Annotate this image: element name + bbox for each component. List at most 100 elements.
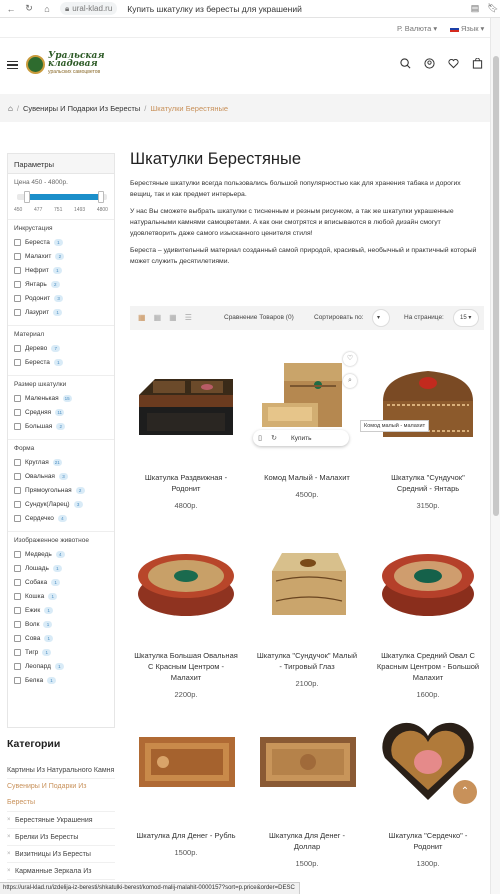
product-name[interactable]: Шкатулка "Сундучок" Малый - Тигровый Гла… — [251, 650, 363, 672]
home-breadcrumb-icon[interactable]: ⌂ — [8, 104, 13, 113]
product-card[interactable]: Шкатулка Большая Овальная С Красным Цент… — [130, 524, 242, 699]
filter-option[interactable]: Овальная 3 — [14, 469, 108, 483]
filter-option[interactable]: Береста 1 — [14, 235, 108, 249]
price-slider-min-handle[interactable] — [24, 191, 30, 203]
back-icon[interactable]: ← — [4, 4, 18, 14]
currency-selector[interactable]: Р. Валюта ▾ — [397, 24, 437, 33]
quickview-search-icon[interactable]: ⌕ — [343, 374, 357, 388]
filter-checkbox[interactable] — [14, 358, 21, 366]
filter-option[interactable]: Сова 1 — [14, 631, 108, 645]
grid-3-view-icon[interactable]: ▦ — [154, 314, 162, 322]
filter-option[interactable]: Тигр 1 — [14, 645, 108, 659]
filter-option[interactable]: Ежик 1 — [14, 603, 108, 617]
compare-icon[interactable]: ↻ — [267, 434, 281, 442]
filter-checkbox[interactable] — [14, 408, 21, 416]
scrollbar-thumb[interactable] — [493, 56, 499, 516]
product-name[interactable]: Шкатулка "Сундучок" Средний - Янтарь — [372, 472, 484, 494]
filter-checkbox[interactable] — [14, 550, 21, 558]
filter-checkbox[interactable] — [14, 486, 21, 494]
filter-checkbox[interactable] — [14, 280, 21, 288]
filter-checkbox[interactable] — [14, 422, 21, 430]
product-image[interactable] — [130, 704, 242, 821]
filter-option[interactable]: Собака 1 — [14, 575, 108, 589]
grid-4-view-icon[interactable]: ▦ — [169, 314, 177, 322]
filter-checkbox[interactable] — [14, 394, 21, 402]
product-card[interactable]: ♡ ⌕ ▯ ↻ Купить Комод Малый - Малахит 4500р. — [251, 346, 363, 499]
category-link[interactable]: Брелки Из Бересты — [7, 829, 115, 846]
scroll-to-top-button[interactable]: ⌃ — [453, 780, 477, 804]
product-name[interactable]: Комод Малый - Малахит — [251, 472, 363, 483]
filter-checkbox[interactable] — [14, 620, 21, 628]
filter-option[interactable]: Средняя 11 — [14, 405, 108, 419]
product-name[interactable]: Шкатулка Для Денег - Рубль — [130, 830, 242, 841]
filter-checkbox[interactable] — [14, 500, 21, 508]
site-logo[interactable]: Уральская кладовая уральских самоцветов — [26, 52, 105, 76]
cart-icon[interactable] — [471, 57, 483, 69]
filter-checkbox[interactable] — [14, 252, 21, 260]
product-card[interactable]: Шкатулка Для Денег - Рубль 1500р. — [130, 704, 242, 857]
product-name[interactable]: Шкатулка Большая Овальная С Красным Цент… — [130, 650, 242, 683]
filter-option[interactable]: Малахит 2 — [14, 249, 108, 263]
product-card[interactable]: Шкатулка "Сундучок" Малый - Тигровый Гла… — [251, 524, 363, 688]
filter-option[interactable]: Янтарь 2 — [14, 277, 108, 291]
category-link[interactable]: Сувениры И Подарки Из Бересты — [7, 779, 115, 812]
filter-checkbox[interactable] — [14, 606, 21, 614]
filter-option[interactable]: Нефрит 1 — [14, 263, 108, 277]
filter-option[interactable]: Сердечко 4 — [14, 511, 108, 525]
home-icon[interactable]: ⌂ — [40, 4, 54, 14]
filter-checkbox[interactable] — [14, 472, 21, 480]
filter-option[interactable]: Прямоугольная 2 — [14, 483, 108, 497]
bookmark-icon[interactable]: 🔖︎ — [486, 3, 500, 14]
product-name[interactable]: Шкатулка Раздвижная - Родонит — [130, 472, 242, 494]
grid-view-icon[interactable]: ▦ — [138, 314, 146, 322]
product-image[interactable] — [372, 524, 484, 641]
vertical-scrollbar[interactable] — [490, 18, 500, 894]
breadcrumb-current[interactable]: Шкатулки Берестяные — [150, 104, 228, 113]
bookmark-icon[interactable]: ▯ — [253, 434, 267, 442]
filter-checkbox[interactable] — [14, 458, 21, 466]
category-link[interactable]: Картины Из Натурального Камня — [7, 762, 115, 779]
product-image[interactable] — [251, 704, 363, 821]
search-icon[interactable] — [399, 57, 411, 69]
filter-option[interactable]: Маленькая 15 — [14, 391, 108, 405]
compare-link[interactable]: Сравнение Товаров (0) — [224, 314, 294, 321]
filter-option[interactable]: Лазурит 1 — [14, 305, 108, 319]
product-card[interactable]: Шкатулка Раздвижная - Родонит 4800р. — [130, 346, 242, 510]
filter-option[interactable]: Медведь 4 — [14, 547, 108, 561]
filter-option[interactable]: Береста 1 — [14, 355, 108, 369]
filter-option[interactable]: Белка 1 — [14, 673, 108, 687]
product-image[interactable] — [251, 524, 363, 641]
category-link[interactable]: Карманные Зеркала Из — [7, 863, 115, 880]
product-card[interactable]: Комод малый - малахит Шкатулка "Сундучок"… — [360, 346, 484, 510]
account-icon[interactable] — [423, 57, 435, 69]
filter-checkbox[interactable] — [14, 564, 21, 572]
product-name[interactable]: Шкатулка Для Денег - Доллар — [251, 830, 363, 852]
reload-icon[interactable]: ↻ — [22, 3, 36, 14]
filter-option[interactable]: Родонит 3 — [14, 291, 108, 305]
language-selector[interactable]: Язык ▾ — [450, 24, 484, 33]
filter-checkbox[interactable] — [14, 294, 21, 302]
filter-option[interactable]: Лошадь 1 — [14, 561, 108, 575]
filter-checkbox[interactable] — [14, 238, 21, 246]
filter-option[interactable]: Большая 2 — [14, 419, 108, 433]
list-view-icon[interactable]: ☰ — [185, 314, 192, 322]
filter-checkbox[interactable] — [14, 676, 21, 684]
filter-checkbox[interactable] — [14, 266, 21, 274]
filter-checkbox[interactable] — [14, 662, 21, 670]
filter-option[interactable]: Леопард 1 — [14, 659, 108, 673]
product-image[interactable] — [372, 346, 484, 463]
filter-checkbox[interactable] — [14, 634, 21, 642]
filter-option[interactable]: Круглая 21 — [14, 455, 108, 469]
reader-mode-icon[interactable]: ▤ — [468, 3, 482, 14]
wishlist-heart-icon[interactable]: ♡ — [343, 352, 357, 366]
product-name[interactable]: Шкатулка Средний Овал С Красным Центром … — [372, 650, 484, 683]
filter-option[interactable]: Дерево 7 — [14, 341, 108, 355]
filter-option[interactable]: Кошка 1 — [14, 589, 108, 603]
category-link[interactable]: Визитницы Из Бересты — [7, 846, 115, 863]
filter-option[interactable]: Сундук(Ларец) 3 — [14, 497, 108, 511]
wishlist-heart-icon[interactable] — [447, 57, 459, 69]
per-page-select[interactable]: 15 ▾ — [453, 309, 479, 327]
price-slider-max-handle[interactable] — [98, 191, 104, 203]
filter-option[interactable]: Волк 1 — [14, 617, 108, 631]
filter-checkbox[interactable] — [14, 514, 21, 522]
